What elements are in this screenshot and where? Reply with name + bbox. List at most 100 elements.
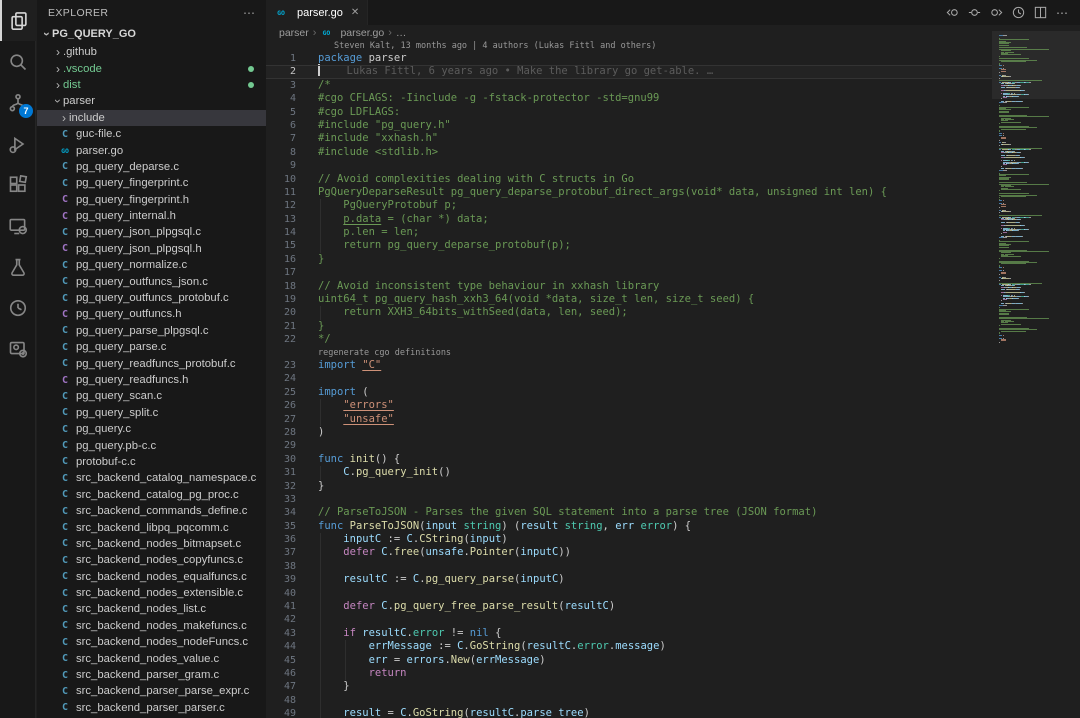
code-line-6[interactable]: 6#include "pg_query.h" xyxy=(266,119,992,132)
code-line-15[interactable]: 15 return pg_query_deparse_protobuf(p); xyxy=(266,239,992,252)
tree-file-src-backend-parser-parse-expr-c[interactable]: Csrc_backend_parser_parse_expr.c xyxy=(37,683,266,699)
compare-changes-icon[interactable] xyxy=(965,4,983,22)
tree-file-src-backend-nodes-makefuncs-c[interactable]: Csrc_backend_nodes_makefuncs.c xyxy=(37,618,266,634)
code-line-12[interactable]: 12 PgQueryProtobuf p; xyxy=(266,199,992,212)
tree-folder--vscode[interactable]: ›.vscode xyxy=(37,60,266,76)
tree-file-src-backend-libpq-pqcomm-c[interactable]: Csrc_backend_libpq_pqcomm.c xyxy=(37,519,266,535)
code-line-39[interactable]: 39 resultC := C.pg_query_parse(inputC) xyxy=(266,573,992,586)
code-line-25[interactable]: 25import ( xyxy=(266,386,992,399)
tree-file-src-backend-nodes-equalfuncs-c[interactable]: Csrc_backend_nodes_equalfuncs.c xyxy=(37,569,266,585)
tree-file-src-backend-parser-gram-c[interactable]: Csrc_backend_parser_gram.c xyxy=(37,667,266,683)
code-line-31[interactable]: 31 C.pg_query_init() xyxy=(266,466,992,479)
gitlens-icon[interactable] xyxy=(0,287,36,328)
code-line-18[interactable]: 18// Avoid inconsistent type behaviour i… xyxy=(266,280,992,293)
code-line-44[interactable]: 44 errMessage := C.GoString(resultC.erro… xyxy=(266,640,992,653)
code-line-9[interactable]: 9 xyxy=(266,159,992,172)
code-line-5[interactable]: 5#cgo LDFLAGS: xyxy=(266,106,992,119)
breadcrumb-item[interactable]: … xyxy=(396,27,407,39)
code-line-8[interactable]: 8#include <stdlib.h> xyxy=(266,146,992,159)
code-line-22[interactable]: 22*/ xyxy=(266,333,992,346)
code-line-33[interactable]: 33 xyxy=(266,493,992,506)
code-line-16[interactable]: 16} xyxy=(266,253,992,266)
workspace-root-folder[interactable]: › PG_QUERY_GO xyxy=(37,26,266,41)
code-line-26[interactable]: 26 "errors" xyxy=(266,399,992,412)
file-history-icon[interactable] xyxy=(1009,4,1027,22)
tree-file-protobuf-c-c[interactable]: Cprotobuf-c.c xyxy=(37,454,266,470)
code-editor[interactable]: Steven Kalt, 13 months ago | 4 authors (… xyxy=(266,41,992,718)
tree-file-src-backend-commands-define-c[interactable]: Csrc_backend_commands_define.c xyxy=(37,503,266,519)
breadcrumb-item[interactable]: parser xyxy=(279,27,309,39)
tree-file-pg-query-outfuncs-h[interactable]: Cpg_query_outfuncs.h xyxy=(37,306,266,322)
tree-file-parser-go[interactable]: GOparser.go xyxy=(37,142,266,158)
extensions-icon[interactable] xyxy=(0,164,36,205)
tree-file-src-backend-nodes-list-c[interactable]: Csrc_backend_nodes_list.c xyxy=(37,601,266,617)
tree-file-pg-query-parse-c[interactable]: Cpg_query_parse.c xyxy=(37,339,266,355)
tree-file-pg-query-readfuncs-h[interactable]: Cpg_query_readfuncs.h xyxy=(37,372,266,388)
breadcrumb-item[interactable]: GOparser.go xyxy=(320,27,384,39)
more-actions-icon[interactable]: ⋯ xyxy=(1053,6,1072,20)
code-line-10[interactable]: 10// Avoid complexities dealing with C s… xyxy=(266,173,992,186)
code-line-43[interactable]: 43 if resultC.error != nil { xyxy=(266,627,992,640)
code-line-3[interactable]: 3/* xyxy=(266,79,992,92)
code-line-27[interactable]: 27 "unsafe" xyxy=(266,413,992,426)
tree-file-pg-query-c[interactable]: Cpg_query.c xyxy=(37,421,266,437)
code-line-37[interactable]: 37 defer C.free(unsafe.Pointer(inputC)) xyxy=(266,546,992,559)
tree-file-pg-query-readfuncs-protobuf-c[interactable]: Cpg_query_readfuncs_protobuf.c xyxy=(37,355,266,371)
tree-file-src-backend-nodes-value-c[interactable]: Csrc_backend_nodes_value.c xyxy=(37,650,266,666)
tree-file-pg-query-pb-c-c[interactable]: Cpg_query.pb-c.c xyxy=(37,437,266,453)
code-line-40[interactable]: 40 xyxy=(266,587,992,600)
tree-file-pg-query-json-plpgsql-h[interactable]: Cpg_query_json_plpgsql.h xyxy=(37,241,266,257)
docker-icon[interactable] xyxy=(0,328,36,369)
code-line-1[interactable]: 1package parser xyxy=(266,52,992,65)
code-line-48[interactable]: 48 xyxy=(266,694,992,707)
code-line-11[interactable]: 11PgQueryDeparseResult pg_query_deparse_… xyxy=(266,186,992,199)
code-line-46[interactable]: 46 return xyxy=(266,667,992,680)
tree-file-pg-query-split-c[interactable]: Cpg_query_split.c xyxy=(37,405,266,421)
tree-file-pg-query-internal-h[interactable]: Cpg_query_internal.h xyxy=(37,208,266,224)
split-editor-icon[interactable] xyxy=(1031,4,1049,22)
minimap[interactable] xyxy=(992,25,1080,718)
tree-folder-parser[interactable]: ›parser xyxy=(37,93,266,109)
tree-file-pg-query-fingerprint-c[interactable]: Cpg_query_fingerprint.c xyxy=(37,175,266,191)
tree-folder-include[interactable]: ›include xyxy=(37,110,266,126)
code-line-4[interactable]: 4#cgo CFLAGS: -Iinclude -g -fstack-prote… xyxy=(266,92,992,105)
code-line-36[interactable]: 36 inputC := C.CString(input) xyxy=(266,533,992,546)
tree-file-pg-query-parse-plpgsql-c[interactable]: Cpg_query_parse_plpgsql.c xyxy=(37,323,266,339)
tree-folder-dist[interactable]: ›dist xyxy=(37,77,266,93)
source-control-icon[interactable]: 7 xyxy=(0,82,36,123)
code-line-29[interactable]: 29 xyxy=(266,439,992,452)
tree-file-src-backend-nodes-extensible-c[interactable]: Csrc_backend_nodes_extensible.c xyxy=(37,585,266,601)
tree-file-pg-query-scan-c[interactable]: Cpg_query_scan.c xyxy=(37,388,266,404)
tree-file-pg-query-normalize-c[interactable]: Cpg_query_normalize.c xyxy=(37,257,266,273)
tab-parser-go[interactable]: GO parser.go ✕ xyxy=(266,0,368,25)
code-line-17[interactable]: 17 xyxy=(266,266,992,279)
close-icon[interactable]: ✕ xyxy=(351,7,359,18)
tree-file-src-backend-nodes-bitmapset-c[interactable]: Csrc_backend_nodes_bitmapset.c xyxy=(37,536,266,552)
explorer-icon[interactable] xyxy=(0,0,36,41)
tree-file-src-backend-parser-parser-c[interactable]: Csrc_backend_parser_parser.c xyxy=(37,700,266,716)
code-lens[interactable]: regenerate cgo definitions xyxy=(266,347,992,359)
code-line-45[interactable]: 45 err = errors.New(errMessage) xyxy=(266,654,992,667)
code-line-32[interactable]: 32} xyxy=(266,480,992,493)
code-line-38[interactable]: 38 xyxy=(266,560,992,573)
tree-file-pg-query-outfuncs-json-c[interactable]: Cpg_query_outfuncs_json.c xyxy=(37,273,266,289)
code-line-2[interactable]: 2Lukas Fittl, 6 years ago • Make the lib… xyxy=(266,65,992,78)
search-icon[interactable] xyxy=(0,41,36,82)
tree-file-src-backend-catalog-namespace-c[interactable]: Csrc_backend_catalog_namespace.c xyxy=(37,470,266,486)
tree-file-guc-file-c[interactable]: Cguc-file.c xyxy=(37,126,266,142)
code-line-34[interactable]: 34// ParseToJSON - Parses the given SQL … xyxy=(266,506,992,519)
tree-file-pg-query-outfuncs-protobuf-c[interactable]: Cpg_query_outfuncs_protobuf.c xyxy=(37,290,266,306)
code-line-7[interactable]: 7#include "xxhash.h" xyxy=(266,132,992,145)
code-line-21[interactable]: 21} xyxy=(266,320,992,333)
next-change-icon[interactable] xyxy=(987,4,1005,22)
code-line-41[interactable]: 41 defer C.pg_query_free_parse_result(re… xyxy=(266,600,992,613)
tree-file-src-backend-nodes-copyfuncs-c[interactable]: Csrc_backend_nodes_copyfuncs.c xyxy=(37,552,266,568)
remote-explorer-icon[interactable] xyxy=(0,205,36,246)
code-line-47[interactable]: 47 } xyxy=(266,680,992,693)
previous-change-icon[interactable] xyxy=(943,4,961,22)
code-line-24[interactable]: 24 xyxy=(266,372,992,385)
code-line-49[interactable]: 49 result = C.GoString(resultC.parse_tre… xyxy=(266,707,992,718)
code-line-30[interactable]: 30func init() { xyxy=(266,453,992,466)
tree-file-pg-query-fingerprint-h[interactable]: Cpg_query_fingerprint.h xyxy=(37,192,266,208)
tree-file-src-backend-catalog-pg-proc-c[interactable]: Csrc_backend_catalog_pg_proc.c xyxy=(37,487,266,503)
